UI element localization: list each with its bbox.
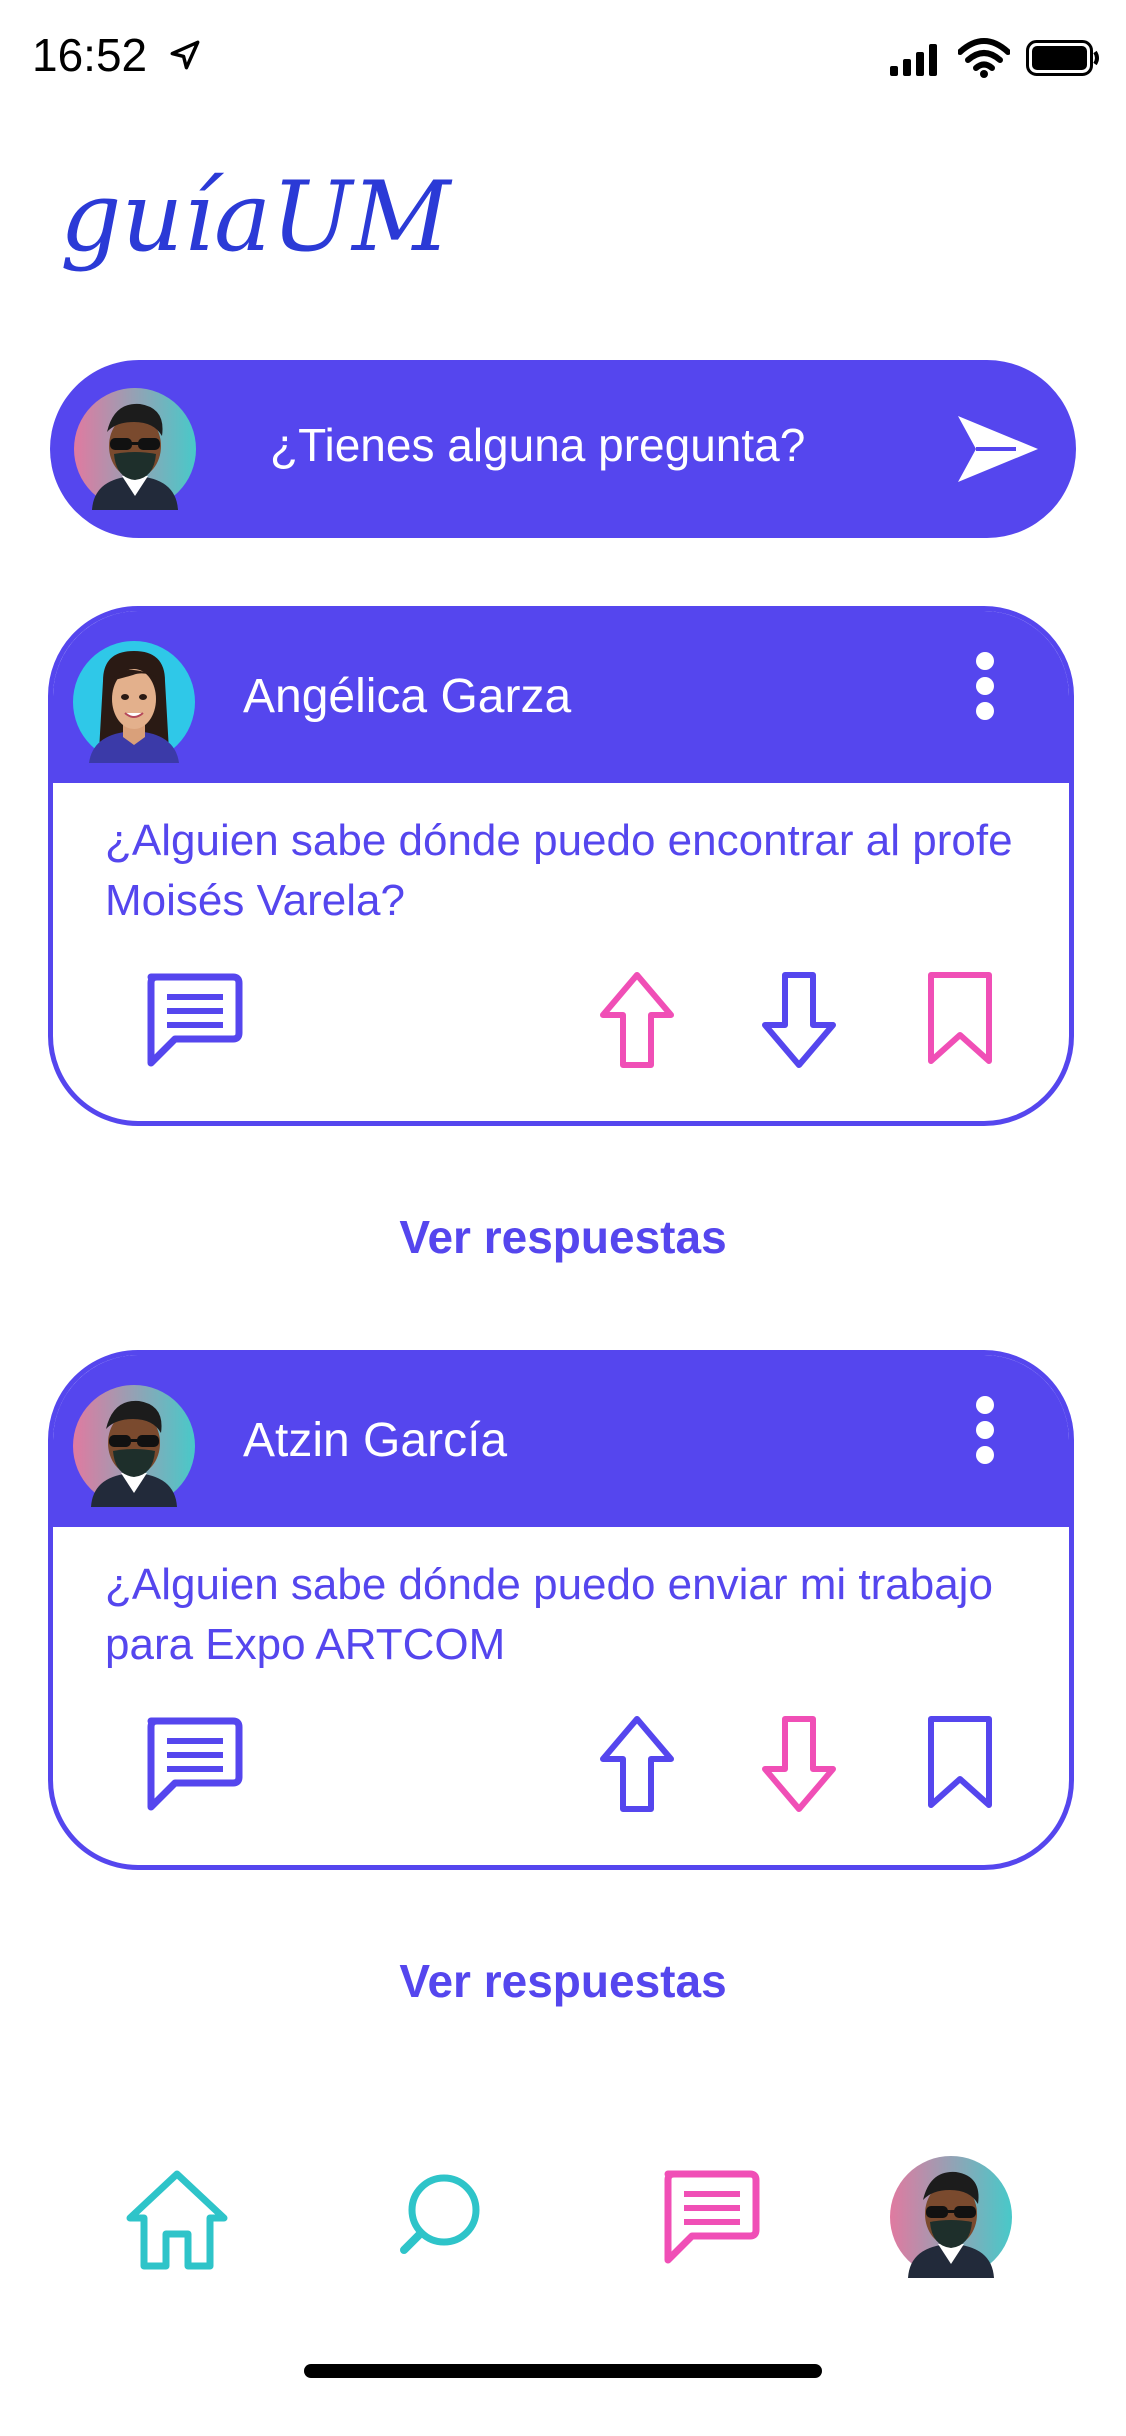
post-card: Angélica Garza ¿Alguien sabe dónde puedo… — [48, 606, 1074, 1126]
upvote-button[interactable] — [599, 1715, 675, 1813]
search-icon — [400, 2174, 480, 2254]
comment-button[interactable] — [139, 971, 245, 1069]
post-author[interactable]: Atzin García — [243, 1413, 507, 1468]
send-icon[interactable] — [956, 412, 1040, 486]
home-indicator[interactable] — [304, 2364, 822, 2378]
arrow-up-icon — [600, 1716, 674, 1812]
tab-messages[interactable] — [656, 2168, 762, 2270]
avatar[interactable] — [73, 641, 195, 763]
view-replies-link[interactable]: Ver respuestas — [0, 1210, 1126, 1264]
post-question: ¿Alguien sabe dónde puedo encontrar al p… — [105, 816, 1013, 925]
bottom-tab-bar — [0, 2150, 1126, 2290]
arrow-up-icon — [600, 972, 674, 1068]
avatar — [74, 388, 196, 510]
app-logo: guíaUM — [60, 161, 453, 273]
tab-profile[interactable] — [890, 2156, 1012, 2282]
more-options-icon[interactable] — [973, 651, 997, 721]
chat-icon — [664, 2170, 760, 2264]
arrow-down-icon — [762, 972, 836, 1068]
bookmark-icon — [928, 1716, 992, 1808]
tab-home[interactable] — [124, 2168, 230, 2276]
downvote-button[interactable] — [761, 971, 837, 1069]
ask-placeholder[interactable]: ¿Tienes alguna pregunta? — [270, 418, 805, 472]
avatar[interactable] — [73, 1385, 195, 1507]
battery-icon — [1026, 40, 1099, 76]
tab-search[interactable] — [396, 2168, 486, 2262]
bookmark-icon — [928, 972, 992, 1064]
upvote-button[interactable] — [599, 971, 675, 1069]
status-time: 16:52 — [32, 29, 148, 81]
comment-icon — [147, 973, 243, 1067]
location-arrow-icon — [170, 40, 200, 70]
cellular-signal-icon — [890, 44, 937, 76]
svg-text:guíaUM: guíaUM — [60, 161, 453, 273]
bookmark-button[interactable] — [925, 971, 995, 1067]
more-options-icon[interactable] — [973, 1395, 997, 1465]
wifi-icon — [958, 38, 1010, 78]
bookmark-button[interactable] — [925, 1715, 995, 1811]
post-author[interactable]: Angélica Garza — [243, 669, 571, 724]
ask-question-bar[interactable]: ¿Tienes alguna pregunta? — [50, 360, 1076, 538]
home-icon — [126, 2170, 228, 2270]
comment-button[interactable] — [139, 1715, 245, 1813]
post-card: Atzin García ¿Alguien sabe dónde puedo e… — [48, 1350, 1074, 1870]
view-replies-link[interactable]: Ver respuestas — [0, 1954, 1126, 2008]
post-header: Atzin García — [53, 1355, 1069, 1527]
status-bar: 16:52 — [0, 0, 1126, 120]
post-header: Angélica Garza — [53, 611, 1069, 783]
downvote-button[interactable] — [761, 1715, 837, 1813]
post-question: ¿Alguien sabe dónde puedo enviar mi trab… — [105, 1560, 993, 1669]
comment-icon — [147, 1717, 243, 1811]
avatar — [890, 2156, 1012, 2278]
arrow-down-icon — [762, 1716, 836, 1812]
